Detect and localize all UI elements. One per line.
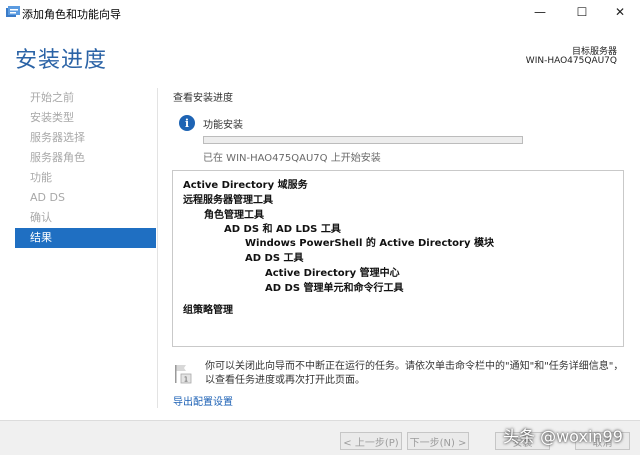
nav-item-before-you-begin[interactable]: 开始之前 <box>15 88 156 108</box>
result-item: 组策略管理 <box>183 305 233 316</box>
minimize-button[interactable]: — <box>520 0 560 24</box>
section-label: 查看安装进度 <box>173 93 233 104</box>
previous-button[interactable]: < 上一步(P) <box>340 432 402 450</box>
result-item: AD DS 和 AD LDS 工具 <box>224 224 341 235</box>
svg-text:1: 1 <box>184 376 188 384</box>
export-configuration-link[interactable]: 导出配置设置 <box>173 393 233 408</box>
next-button[interactable]: 下一步(N) > <box>407 432 469 450</box>
nav-item-results[interactable]: 结果 <box>15 228 156 248</box>
result-item: 远程服务器管理工具 <box>183 195 273 206</box>
result-item: AD DS 工具 <box>245 253 304 264</box>
nav-item-confirmation[interactable]: 确认 <box>15 208 156 228</box>
wizard-step-list: 开始之前 安装类型 服务器选择 服务器角色 功能 AD DS 确认 结果 <box>15 88 156 248</box>
results-box: Active Directory 域服务 远程服务器管理工具 角色管理工具 AD… <box>172 170 624 347</box>
watermark: 头条 @woxin99 <box>503 427 623 446</box>
notification-flag-icon: 1 <box>175 365 192 384</box>
nav-divider <box>157 88 158 408</box>
nav-item-installation-type[interactable]: 安装类型 <box>15 108 156 128</box>
result-item: Active Directory 域服务 <box>183 180 308 191</box>
result-item: AD DS 管理单元和命令行工具 <box>265 283 404 294</box>
window-title: 添加角色和功能向导 <box>22 8 121 21</box>
server-manager-icon <box>6 6 20 17</box>
close-button[interactable]: ✕ <box>600 0 640 24</box>
info-icon: i <box>179 115 195 131</box>
nav-item-ad-ds[interactable]: AD DS <box>15 188 156 208</box>
result-item: Windows PowerShell 的 Active Directory 模块 <box>245 238 494 249</box>
result-item: Active Directory 管理中心 <box>265 268 400 279</box>
nav-item-server-roles[interactable]: 服务器角色 <box>15 148 156 168</box>
title-bar: 添加角色和功能向导 — ☐ ✕ <box>0 0 640 26</box>
result-item: 角色管理工具 <box>204 210 264 221</box>
page-title: 安装进度 <box>15 48 108 73</box>
target-server-name: WIN-HAO475QAU7Q <box>525 56 617 66</box>
close-wizard-notice: 你可以关闭此向导而不中断正在运行的任务。请依次单击命令栏中的"通知"和"任务详细… <box>205 361 624 386</box>
nav-item-server-selection[interactable]: 服务器选择 <box>15 128 156 148</box>
nav-item-features[interactable]: 功能 <box>15 168 156 188</box>
maximize-button[interactable]: ☐ <box>562 0 602 24</box>
install-progress-bar <box>203 136 523 144</box>
feature-install-label: 功能安装 <box>203 120 243 131</box>
install-status-text: 已在 WIN-HAO475QAU7Q 上开始安装 <box>203 153 381 164</box>
